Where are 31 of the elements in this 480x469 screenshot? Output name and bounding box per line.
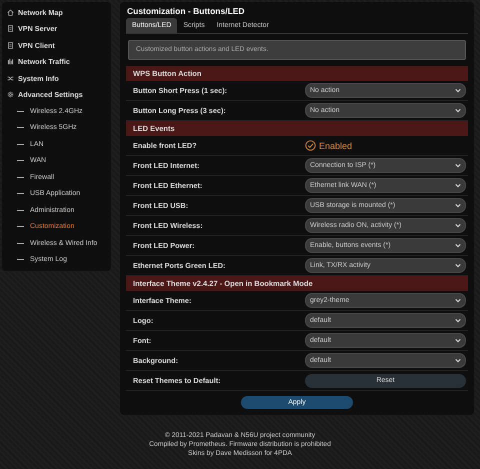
dash-icon [17,144,24,145]
chevron-down-icon [455,243,461,248]
chevron-down-icon [455,358,461,363]
dash-icon [17,226,24,228]
dash-icon [17,176,24,178]
gear-icon [7,91,14,98]
chevron-down-icon [455,263,461,268]
shuffle-icon [7,74,14,82]
document-icon [7,25,14,32]
dash-icon [17,210,24,211]
check-circle-icon [305,140,316,151]
chevron-down-icon [455,108,461,113]
dash-icon [17,110,24,112]
chevron-down-icon [455,88,461,93]
chevron-down-icon [455,183,461,188]
dash-icon [17,127,24,128]
toggle[interactable]: Enabled [305,140,352,151]
chevron-down-icon [455,223,461,228]
chevron-down-icon [455,203,461,208]
dash-icon [17,259,24,260]
document-icon [7,42,14,49]
chevron-down-icon [455,163,461,168]
dash-icon [17,193,24,194]
chevron-down-icon [455,338,461,343]
chevron-down-icon [455,318,461,323]
chart-icon [7,58,14,66]
home-icon [7,8,14,16]
dash-icon [17,242,24,244]
chevron-down-icon [455,298,461,303]
dash-icon [17,160,24,162]
page-title: Customization - Buttons/LED [126,6,246,18]
